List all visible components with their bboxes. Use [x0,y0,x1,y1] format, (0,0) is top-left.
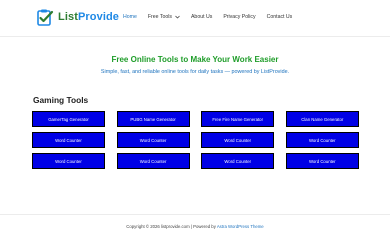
site-footer: Copyright © 2026 listprovide.com | Power… [0,214,390,240]
tools-grid: GamerTag Generator PUBG Name Generator F… [32,111,359,169]
tool-button-word-counter[interactable]: Word Counter [32,153,105,169]
tool-button-word-counter[interactable]: Word Counter [285,132,359,148]
nav-privacy[interactable]: Privacy Policy [223,14,255,20]
nav-contact[interactable]: Contact Us [267,14,293,20]
logo-text-provide: Provide [77,11,120,23]
tool-button-clan-name-generator[interactable]: Clan Name Generator [285,111,359,127]
page: ListProvide Home Free Tools About Us Pri… [0,0,390,240]
nav-free-tools[interactable]: Free Tools [148,14,180,20]
logo-text-list: List [58,11,78,23]
section-title-gaming-tools: Gaming Tools [33,95,89,105]
checklist-logo-icon [36,8,54,26]
site-logo[interactable]: ListProvide [36,7,119,27]
nav-about[interactable]: About Us [191,14,212,20]
chevron-down-icon [175,15,180,19]
tool-button-word-counter[interactable]: Word Counter [201,132,275,148]
tool-button-pubg-name-generator[interactable]: PUBG Name Generator [116,111,190,127]
nav-home[interactable]: Home [123,14,137,20]
tool-button-gamertag-generator[interactable]: GamerTag Generator [32,111,105,127]
tool-button-word-counter[interactable]: Word Counter [285,153,359,169]
tool-button-word-counter[interactable]: Word Counter [116,132,190,148]
footer-copyright-text: Copyright © 2026 listprovide.com | Power… [126,224,217,229]
footer-theme-link[interactable]: Astra WordPress Theme [217,224,264,229]
tool-button-free-fire-name-generator[interactable]: Free Fire Name Generator [201,111,275,127]
nav-free-tools-label: Free Tools [147,14,172,20]
site-header: ListProvide Home Free Tools About Us Pri… [0,0,390,37]
main-nav: Home Free Tools About Us Privacy Policy … [123,14,303,20]
tool-button-word-counter[interactable]: Word Counter [116,153,190,169]
logo-text: ListProvide [58,11,119,23]
tool-button-word-counter[interactable]: Word Counter [32,132,105,148]
hero-subtitle: Simple, fast, and reliable online tools … [100,69,290,75]
footer-copyright: Copyright © 2026 listprovide.com | Power… [0,224,390,229]
tool-button-word-counter[interactable]: Word Counter [201,153,275,169]
hero-title: Free Online Tools to Make Your Work Easi… [111,55,279,64]
